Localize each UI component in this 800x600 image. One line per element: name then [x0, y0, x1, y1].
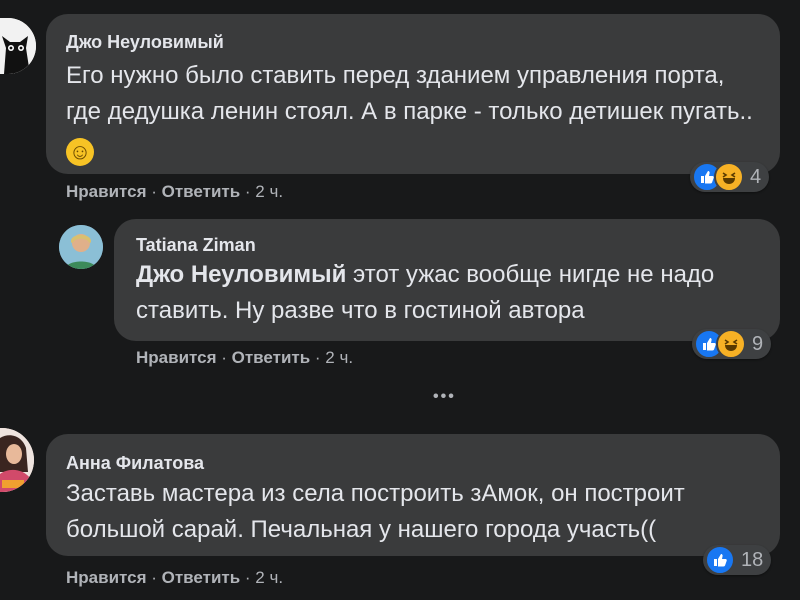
separator: ·: [146, 568, 162, 587]
comment-text: Заставь мастера из села построить зАмок,…: [66, 476, 766, 548]
avatar-tatiana[interactable]: [59, 225, 103, 269]
reply-button[interactable]: Ответить: [232, 348, 311, 367]
reply-button[interactable]: Ответить: [162, 568, 241, 587]
comment-author[interactable]: Анна Филатова: [66, 453, 204, 474]
separator: ·: [240, 182, 256, 201]
separator: ·: [240, 568, 256, 587]
user-photo-icon: [0, 428, 34, 492]
separator: ·: [146, 182, 162, 201]
comment-actions: Нравится · Ответить · 2 ч.: [66, 568, 283, 588]
like-button[interactable]: Нравится: [66, 182, 147, 201]
avatar-anna[interactable]: [0, 428, 34, 492]
reaction-summary[interactable]: 4: [690, 162, 770, 192]
comment-author[interactable]: Джо Неуловимый: [66, 32, 224, 53]
separator: ·: [216, 348, 232, 367]
comment-time[interactable]: 2 ч.: [325, 348, 353, 367]
cat-avatar-icon: [0, 18, 36, 74]
like-button[interactable]: Нравится: [136, 348, 217, 367]
comment-text: Его нужно было ставить перед зданием упр…: [66, 58, 766, 166]
comment-text-content: Его нужно было ставить перед зданием упр…: [66, 62, 753, 125]
more-options-icon[interactable]: •••: [433, 388, 456, 406]
reaction-count: 9: [752, 332, 764, 355]
reply-button[interactable]: Ответить: [162, 182, 241, 201]
separator: ·: [310, 348, 326, 367]
reaction-count: 18: [741, 548, 764, 571]
avatar-joe[interactable]: [0, 18, 36, 74]
reaction-summary[interactable]: 18: [703, 545, 772, 575]
comment-actions: Нравится · Ответить · 2 ч.: [136, 348, 353, 368]
user-photo-icon: [59, 225, 103, 269]
comment-text: Джо Неуловимый этот ужас вообще нигде не…: [136, 257, 766, 329]
comment-time[interactable]: 2 ч.: [255, 182, 283, 201]
mention-link[interactable]: Джо Неуловимый: [136, 261, 346, 288]
haha-icon: [716, 329, 746, 359]
smile-emoji-icon: ☺: [66, 138, 94, 166]
comment-author[interactable]: Tatiana Ziman: [136, 235, 256, 256]
like-button[interactable]: Нравится: [66, 568, 147, 587]
reaction-summary[interactable]: 9: [692, 329, 772, 359]
reaction-count: 4: [750, 165, 762, 188]
haha-icon: [714, 162, 744, 192]
comment-text-content: Заставь мастера из села построить зАмок,…: [66, 480, 685, 543]
comment-time[interactable]: 2 ч.: [255, 568, 283, 587]
like-icon: [705, 545, 735, 575]
comment-actions: Нравится · Ответить · 2 ч.: [66, 182, 283, 202]
